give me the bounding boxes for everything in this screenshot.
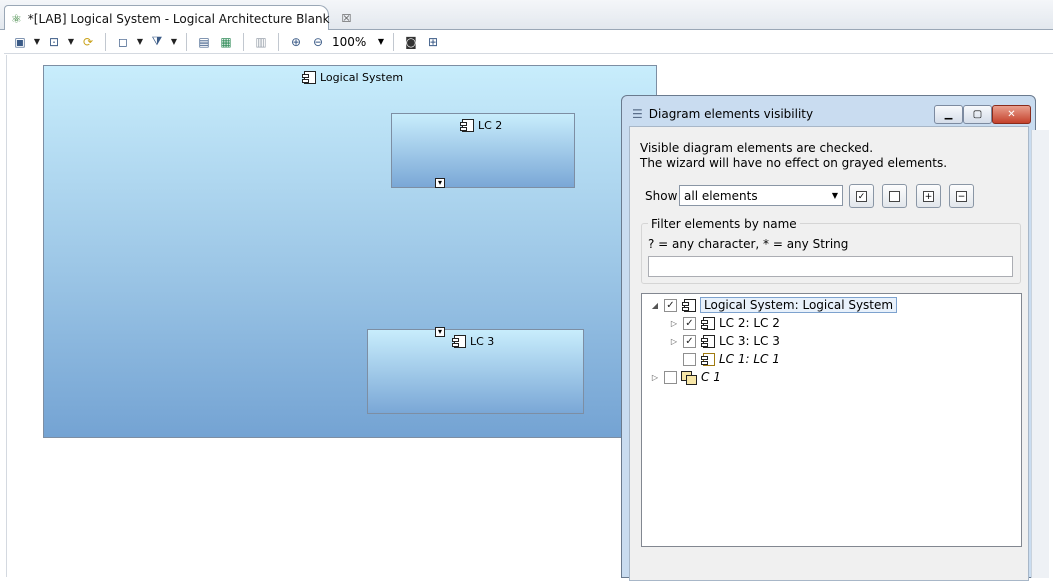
show-label: Show [645, 189, 678, 203]
dialog-message-line2: The wizard will have no effect on grayed… [640, 156, 948, 170]
component-icon [460, 119, 474, 132]
refresh-icon[interactable]: ⟳ [78, 32, 98, 52]
expand-all-button[interactable]: + [916, 184, 941, 208]
zoom-value: 100% [332, 34, 367, 49]
logical-system-box[interactable]: Logical System LC 2 ▾ ▾ LC 3 [43, 65, 657, 438]
diagram-toolbar: ▣ ▼ ⊡ ▼ ⟳ ◻ ▼ ⧩ ▼ ▤ ▦ ▥ ⊕ ⊖ 100% ▼ ◙ ⊞ [4, 30, 1053, 54]
lc3-box[interactable]: ▾ LC 3 [367, 327, 584, 414]
dialog-title: Diagram elements visibility [648, 107, 814, 121]
expanded-arrow-icon[interactable]: ◢ [650, 301, 660, 310]
uncheck-all-button[interactable] [882, 184, 907, 208]
checked-box-icon: ✓ [856, 190, 867, 202]
dialog-message-line1: Visible diagram elements are checked. [640, 141, 874, 155]
filter-hint: ? = any character, * = any String [648, 237, 849, 251]
component-icon [701, 352, 715, 366]
show-select[interactable]: all elements ▼ [679, 185, 843, 206]
minimize-button[interactable]: ▁ [934, 105, 963, 124]
lc2-label: LC 2 [478, 119, 503, 132]
lc2-box[interactable]: LC 2 ▾ [391, 113, 575, 188]
zoom-dropdown-icon[interactable]: ▼ [378, 37, 384, 46]
component-icon [701, 334, 715, 348]
toolbar-separator [278, 32, 279, 51]
filter-input[interactable] [648, 256, 1013, 277]
collapsed-arrow-icon[interactable]: ▷ [669, 319, 679, 328]
lc2-title: LC 2 [460, 119, 503, 132]
editor-tab[interactable]: ⚛ *[LAB] Logical System - Logical Archit… [4, 5, 351, 31]
tree-item-label: Logical System: Logical System [700, 297, 898, 313]
scrollbar[interactable] [1031, 130, 1049, 578]
collapse-icon: − [956, 190, 967, 202]
lc3-port[interactable]: ▾ [435, 327, 445, 337]
logical-system-title: Logical System [302, 71, 404, 84]
component-type-icon [681, 370, 697, 385]
dialog-body: Visible diagram elements are checked. Th… [629, 126, 1029, 581]
editor-tab-title: *[LAB] Logical System - Logical Architec… [27, 11, 330, 26]
lc2-port[interactable]: ▾ [435, 178, 445, 188]
tree-row-c1[interactable]: ▷ C 1 [650, 368, 721, 386]
diagram-icon: ⚛ [11, 11, 22, 26]
filter-group-title: Filter elements by name [648, 217, 800, 231]
tree-row-lc2[interactable]: ▷ ✓ LC 2: LC 2 [669, 314, 780, 332]
collapsed-arrow-icon[interactable]: ▷ [669, 337, 679, 346]
logical-system-label: Logical System [320, 71, 404, 84]
diagram-overview-icon[interactable]: ⊞ [423, 32, 443, 52]
collapsed-arrow-icon[interactable]: ▷ [650, 373, 660, 382]
show-hide-icon[interactable]: ▤ [194, 32, 214, 52]
arrange-icon[interactable]: ▣ [10, 32, 30, 52]
tree-checkbox[interactable]: ✓ [664, 298, 677, 312]
tree-row-logical-system[interactable]: ◢ ✓ Logical System: Logical System [650, 296, 898, 314]
show-select-value: all elements [684, 188, 758, 203]
maximize-button[interactable]: ▢ [963, 105, 992, 124]
select-all-icon[interactable]: ⊡ [44, 32, 64, 52]
chevron-down-icon: ▼ [831, 191, 838, 200]
tree-checkbox[interactable] [664, 370, 677, 384]
close-button[interactable]: ✕ [992, 105, 1031, 124]
tree-row-lc3[interactable]: ▷ ✓ LC 3: LC 3 [669, 332, 780, 350]
tree-item-label: LC 1: LC 1 [719, 352, 780, 366]
visibility-dialog: ☰ Diagram elements visibility ▁ ▢ ✕ Visi… [621, 95, 1036, 581]
camera-icon[interactable]: ◙ [401, 32, 421, 52]
filter-icon[interactable]: ⧩ [147, 32, 167, 52]
close-tab-icon[interactable]: ☒ [342, 12, 352, 25]
tree-checkbox[interactable]: ✓ [683, 334, 696, 348]
zoom-in-icon[interactable]: ⊕ [286, 32, 306, 52]
filter-dropdown-icon[interactable]: ▼ [169, 32, 179, 52]
component-icon [302, 71, 316, 84]
toolbar-separator [105, 32, 106, 51]
show-elements-icon[interactable]: ▦ [216, 32, 236, 52]
zoom-out-icon[interactable]: ⊖ [308, 32, 328, 52]
tree-row-lc1[interactable]: LC 1: LC 1 [683, 350, 780, 368]
expand-icon: + [923, 190, 934, 202]
arrange-dropdown-icon[interactable]: ▼ [32, 32, 42, 52]
layer-icon[interactable]: ◻ [113, 32, 133, 52]
toolbar-separator [393, 32, 394, 51]
check-all-button[interactable]: ✓ [849, 184, 874, 208]
lc3-label: LC 3 [470, 335, 495, 348]
elements-tree[interactable]: ◢ ✓ Logical System: Logical System ▷ ✓ L… [641, 293, 1022, 547]
component-icon [452, 335, 466, 348]
select-dropdown-icon[interactable]: ▼ [66, 32, 76, 52]
collapse-all-button[interactable]: − [949, 184, 974, 208]
empty-box-icon [889, 190, 900, 202]
toolbar-separator [186, 32, 187, 51]
tree-item-label: C 1 [701, 370, 721, 384]
lc3-title: LC 3 [452, 335, 495, 348]
layer-dropdown-icon[interactable]: ▼ [135, 32, 145, 52]
tree-item-label: LC 3: LC 3 [719, 334, 780, 348]
tree-checkbox[interactable]: ✓ [683, 316, 696, 330]
component-icon [701, 316, 715, 330]
stack-icon: ☰ [632, 107, 643, 121]
toolbar-separator [243, 32, 244, 51]
paste-icon[interactable]: ▥ [251, 32, 271, 52]
tree-checkbox[interactable] [683, 352, 696, 366]
zoom-combo[interactable]: 100% ▼ [330, 35, 386, 49]
component-icon [682, 298, 696, 312]
tree-item-label: LC 2: LC 2 [719, 316, 780, 330]
